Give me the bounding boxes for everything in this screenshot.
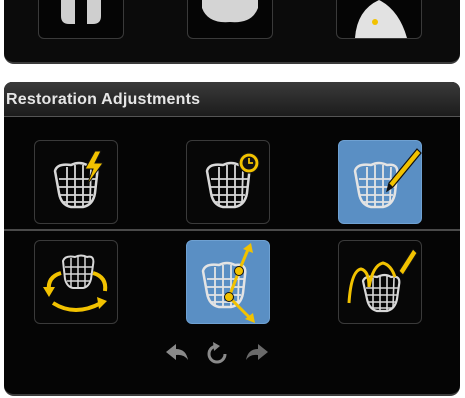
row-divider (4, 229, 460, 231)
panel-header[interactable]: Restoration Adjustments (4, 82, 460, 117)
crown-lightning-button[interactable] (34, 140, 118, 224)
crown-scale-icon (201, 243, 255, 323)
reset-button[interactable] (204, 342, 230, 366)
crown-scale-button[interactable] (186, 240, 270, 324)
crown-pencil-icon (353, 148, 422, 209)
undo-arrow-icon (166, 344, 188, 360)
crown-clock-icon (205, 152, 260, 209)
crown-pencil-button[interactable] (338, 140, 422, 224)
reset-icon (207, 342, 227, 364)
crown-sculpt-button[interactable] (338, 240, 422, 324)
crown-clock-button[interactable] (186, 140, 270, 224)
panel-gap (0, 64, 465, 80)
top-tool-button-2[interactable] (187, 0, 273, 39)
crown-rotate-icon (43, 254, 108, 312)
crown-lightning-icon (53, 150, 104, 209)
panel-title: Restoration Adjustments (6, 91, 201, 108)
crown-sculpt-icon (347, 248, 418, 313)
top-tool-button-1[interactable] (38, 0, 124, 39)
top-tool-panel (4, 0, 460, 64)
undo-button[interactable] (164, 342, 190, 366)
redo-button[interactable] (244, 342, 270, 366)
redo-arrow-icon (246, 344, 268, 360)
tooth-icon (202, 0, 258, 23)
restoration-adjustments-panel: Restoration Adjustments (4, 82, 460, 396)
tooth-icon (355, 0, 407, 38)
tooth-icon (61, 0, 101, 24)
top-tool-button-3[interactable] (336, 0, 422, 39)
crown-rotate-button[interactable] (34, 240, 118, 324)
